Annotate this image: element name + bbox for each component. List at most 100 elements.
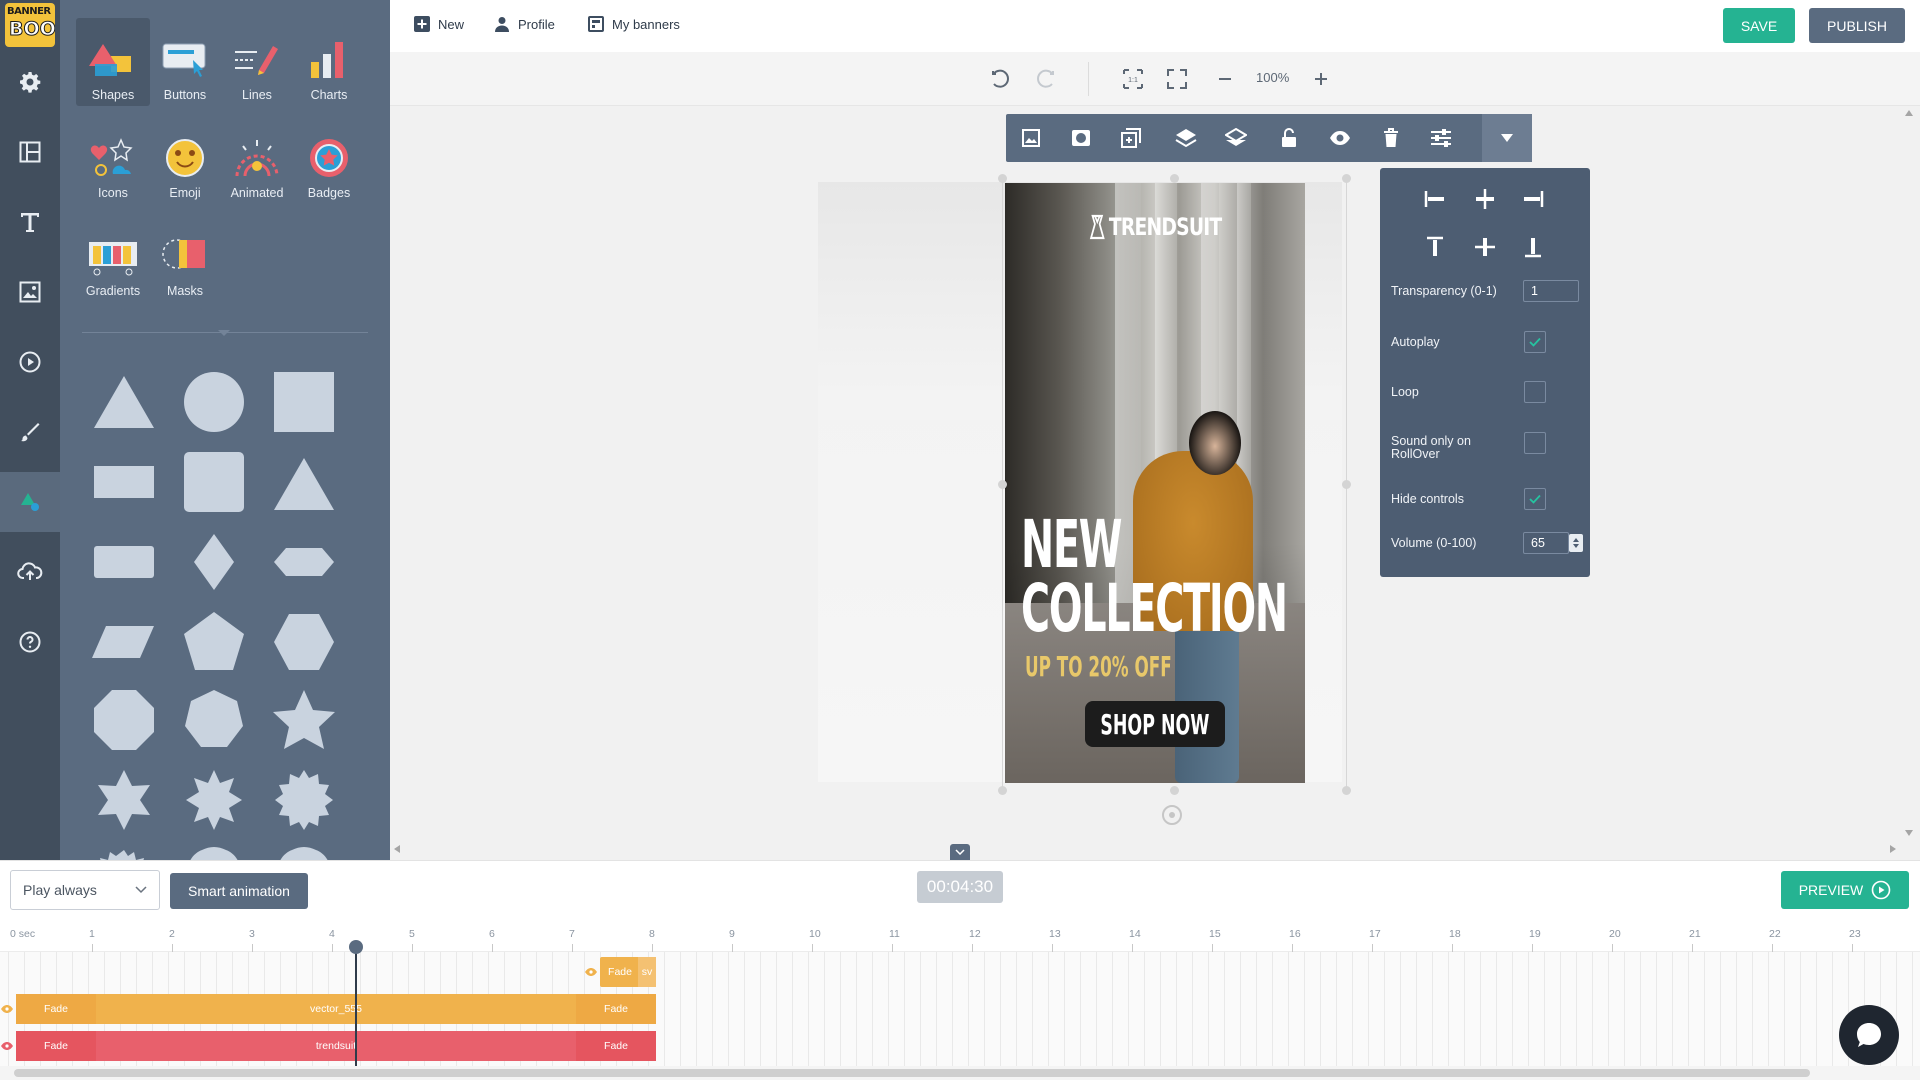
- shape-hexagon-wide[interactable]: [272, 530, 336, 594]
- track-in-effect[interactable]: Fade: [16, 994, 96, 1024]
- canvas-horizontal-scrollbar[interactable]: [390, 842, 1902, 854]
- duplicate-button[interactable]: [1106, 114, 1156, 162]
- my-banners-link[interactable]: My banners: [588, 16, 680, 32]
- shape-diamond[interactable]: [182, 530, 246, 594]
- track-visibility-eye-icon[interactable]: [585, 968, 597, 976]
- smart-animation-button[interactable]: Smart animation: [170, 873, 308, 909]
- headline-text[interactable]: NEW COLLECTION: [1021, 512, 1288, 642]
- category-emoji[interactable]: Emoji: [148, 116, 222, 204]
- lock-button[interactable]: [1264, 114, 1314, 162]
- play-mode-select[interactable]: Play always: [10, 870, 160, 910]
- preview-button[interactable]: PREVIEW: [1781, 871, 1909, 909]
- track-in-effect[interactable]: Fade: [600, 957, 640, 987]
- category-charts[interactable]: Charts: [292, 18, 366, 106]
- profile-link[interactable]: Profile: [494, 16, 555, 32]
- category-gradients[interactable]: Gradients: [76, 214, 150, 302]
- publish-button[interactable]: PUBLISH: [1809, 8, 1905, 43]
- offer-text[interactable]: UP TO 20% OFF: [1025, 650, 1172, 683]
- visibility-button[interactable]: [1315, 114, 1365, 162]
- shape-star-6[interactable]: [92, 768, 156, 832]
- rail-shapes[interactable]: [0, 472, 60, 532]
- align-right-icon[interactable]: [1522, 190, 1544, 208]
- undo-icon[interactable]: [990, 69, 1012, 91]
- shape-star[interactable]: [272, 688, 336, 752]
- shape-burst[interactable]: [92, 846, 156, 860]
- shape-rounded-rectangle[interactable]: [92, 530, 156, 594]
- more-options-button[interactable]: [1482, 114, 1532, 162]
- loop-checkbox[interactable]: [1524, 381, 1546, 403]
- align-left-icon[interactable]: [1424, 190, 1446, 208]
- settings-sliders-button[interactable]: [1416, 114, 1466, 162]
- rail-upload[interactable]: [0, 542, 60, 602]
- rail-settings[interactable]: [0, 52, 60, 112]
- resize-handle[interactable]: [1342, 480, 1351, 489]
- autoplay-checkbox[interactable]: [1524, 331, 1546, 353]
- scroll-up-arrow-icon[interactable]: [1905, 110, 1913, 116]
- banner-artboard[interactable]: TRENDSUIT NEW COLLECTION UP TO 20% OFF S…: [1005, 183, 1305, 783]
- shape-rectangle[interactable]: [92, 450, 156, 514]
- shop-now-button[interactable]: SHOP NOW: [1085, 701, 1225, 747]
- scroll-left-arrow-icon[interactable]: [394, 845, 400, 853]
- timeline-ruler[interactable]: [0, 918, 1920, 952]
- category-lines[interactable]: Lines: [220, 18, 294, 106]
- timeline-track-3[interactable]: Fade trendsuit Fade: [16, 1031, 656, 1061]
- track-out-effect[interactable]: sv: [638, 957, 656, 987]
- volume-stepper[interactable]: [1569, 534, 1583, 552]
- resize-handle[interactable]: [1342, 786, 1351, 795]
- resize-handle[interactable]: [1342, 174, 1351, 183]
- shape-seal-2[interactable]: [272, 846, 336, 860]
- scroll-down-arrow-icon[interactable]: [1905, 830, 1913, 836]
- mask-button[interactable]: [1056, 114, 1106, 162]
- shape-square[interactable]: [272, 370, 336, 434]
- resize-handle[interactable]: [1170, 174, 1179, 183]
- canvas-vertical-scrollbar[interactable]: [1902, 106, 1916, 846]
- shape-heptagon[interactable]: [182, 688, 246, 752]
- shape-pentagon[interactable]: [182, 610, 246, 674]
- zoom-out-icon[interactable]: [1218, 72, 1232, 86]
- save-button[interactable]: SAVE: [1723, 8, 1795, 43]
- app-logo[interactable]: BANNER BOO: [0, 0, 60, 50]
- track-visibility-eye-icon[interactable]: [1, 1042, 13, 1050]
- shape-octagon[interactable]: [92, 688, 156, 752]
- category-animated[interactable]: Animated: [220, 116, 294, 204]
- redo-icon[interactable]: [1034, 69, 1056, 91]
- delete-button[interactable]: [1366, 114, 1416, 162]
- rotate-handle-icon[interactable]: [1160, 803, 1184, 827]
- resize-handle[interactable]: [998, 786, 1007, 795]
- scrollbar-thumb[interactable]: [14, 1069, 1810, 1077]
- chat-button[interactable]: [1839, 1005, 1899, 1065]
- resize-handle[interactable]: [998, 480, 1007, 489]
- bring-forward-button[interactable]: [1161, 114, 1211, 162]
- track-visibility-eye-icon[interactable]: [1, 1005, 13, 1013]
- rail-images[interactable]: [0, 262, 60, 322]
- brand-logo[interactable]: TRENDSUIT: [1038, 213, 1272, 241]
- shape-triangle-2[interactable]: [272, 450, 336, 514]
- rail-text[interactable]: [0, 192, 60, 252]
- playhead-handle[interactable]: [349, 940, 363, 954]
- playhead-line[interactable]: [355, 947, 357, 1067]
- align-center-horizontal-icon[interactable]: [1474, 188, 1496, 210]
- category-masks[interactable]: Masks: [148, 214, 222, 302]
- resize-handle[interactable]: [1170, 786, 1179, 795]
- category-buttons[interactable]: Buttons: [148, 18, 222, 106]
- category-icons[interactable]: Icons: [76, 116, 150, 204]
- category-shapes[interactable]: Shapes: [76, 18, 150, 106]
- rail-video[interactable]: [0, 332, 60, 392]
- rail-help[interactable]: [0, 612, 60, 672]
- hide-controls-checkbox[interactable]: [1524, 488, 1546, 510]
- fullscreen-icon[interactable]: [1166, 68, 1188, 90]
- align-top-icon[interactable]: [1426, 236, 1444, 258]
- rail-draw[interactable]: [0, 402, 60, 462]
- resize-handle[interactable]: [998, 174, 1007, 183]
- send-backward-button[interactable]: [1211, 114, 1261, 162]
- timeline-track-2[interactable]: Fade vector_555 Fade: [16, 994, 656, 1024]
- transparency-input[interactable]: 1: [1523, 280, 1579, 302]
- shape-star-8[interactable]: [182, 768, 246, 832]
- rail-layouts[interactable]: [0, 122, 60, 182]
- align-center-vertical-icon[interactable]: [1474, 236, 1496, 258]
- track-out-effect[interactable]: Fade: [576, 994, 656, 1024]
- category-badges[interactable]: Badges: [292, 116, 366, 204]
- track-out-effect[interactable]: Fade: [576, 1031, 656, 1061]
- shape-seal[interactable]: [182, 846, 246, 860]
- scroll-right-arrow-icon[interactable]: [1890, 845, 1896, 853]
